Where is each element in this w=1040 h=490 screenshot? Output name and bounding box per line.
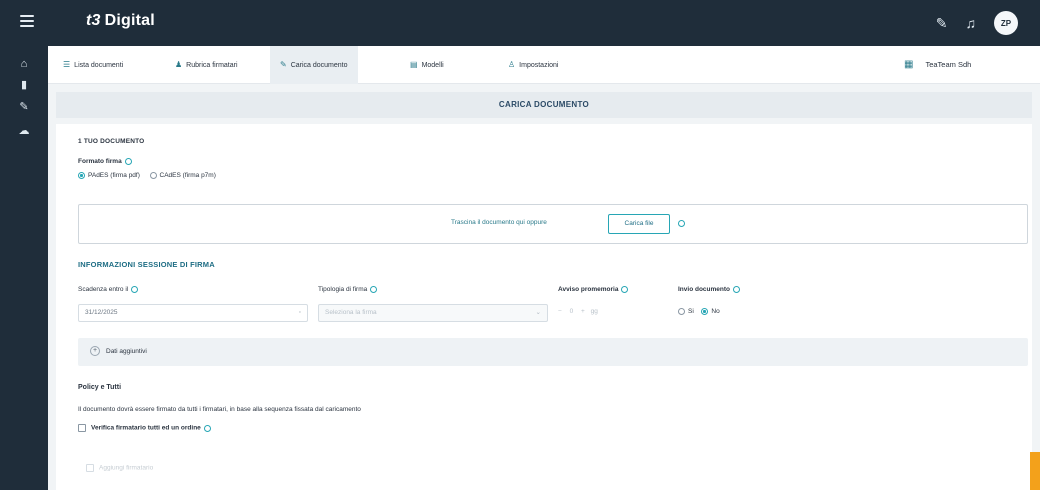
tab-label: Impostazioni bbox=[519, 62, 559, 69]
radio-pades[interactable] bbox=[78, 172, 85, 179]
upload-file-button[interactable]: Carica file bbox=[608, 214, 670, 234]
tab-label: Carica documento bbox=[290, 62, 348, 69]
radio-no-label: No bbox=[711, 308, 720, 316]
scadenza-input[interactable]: 31/12/2025 ▫ bbox=[78, 304, 308, 322]
add-signer-button[interactable]: Aggiungi firmatario bbox=[86, 464, 153, 472]
tab-bar: ☰ Lista documenti ♟ Rubrica firmatari ✎ Car… bbox=[48, 46, 1040, 84]
radio-no[interactable] bbox=[701, 308, 709, 315]
template-icon: ▤ bbox=[410, 60, 418, 69]
top-bar: t3 Digital ✎ ♫ ZP bbox=[0, 0, 1040, 46]
add-signer-icon bbox=[86, 464, 94, 472]
promemoria-value: 0 bbox=[569, 308, 574, 315]
pencil-icon: ✎ bbox=[280, 60, 287, 69]
info-icon[interactable] bbox=[131, 286, 139, 293]
tipologia-placeholder: Seleziona la firma bbox=[325, 309, 377, 316]
format-label: Formato firma bbox=[78, 158, 132, 165]
avatar[interactable]: ZP bbox=[994, 11, 1018, 35]
promemoria-stepper[interactable]: − 0 + gg bbox=[558, 308, 598, 315]
radio-cades-label: CAdES (firma p7m) bbox=[159, 172, 216, 180]
tab-impostazioni[interactable]: ♙ Impostazioni bbox=[508, 46, 558, 84]
tab-modelli[interactable]: ▤ Modelli bbox=[410, 46, 444, 84]
calendar-icon: ▫ bbox=[298, 309, 301, 316]
feedback-tab[interactable] bbox=[1030, 452, 1040, 490]
chevron-down-icon: ⌄ bbox=[535, 309, 541, 316]
menu-icon[interactable] bbox=[20, 15, 34, 27]
info-icon[interactable] bbox=[678, 220, 685, 227]
building-icon: ▦ bbox=[904, 59, 914, 70]
label-scadenza: Scadenza entro il bbox=[78, 286, 139, 294]
label-ordine: Invio documento bbox=[678, 286, 740, 293]
stepper-plus-icon[interactable]: + bbox=[581, 308, 585, 315]
signature-icon[interactable]: ✎ bbox=[0, 100, 48, 113]
label-promemoria-text: Avviso promemoria bbox=[558, 286, 619, 294]
users-icon: ♟ bbox=[175, 60, 183, 69]
tab-label: Rubrica firmatari bbox=[186, 62, 238, 69]
radio-pades-label: PAdES (firma pdf) bbox=[88, 172, 140, 180]
info-icon[interactable] bbox=[621, 286, 629, 293]
tab-lista-documenti[interactable]: ☰ Lista documenti bbox=[63, 46, 123, 84]
info-icon[interactable] bbox=[203, 424, 211, 432]
policy-checkbox-label: Verifica firmatario tutti ed un ordine bbox=[91, 424, 201, 432]
scadenza-value: 31/12/2025 bbox=[85, 309, 118, 316]
page-title: CARICA DOCUMENTO bbox=[56, 92, 1032, 118]
tab-label: TeaTeam Sdh bbox=[925, 60, 972, 69]
logo-mark: t3 bbox=[86, 12, 101, 29]
plus-icon: + bbox=[90, 346, 100, 356]
main-content: CARICA DOCUMENTO 1 TUO DOCUMENTO Formato… bbox=[48, 84, 1040, 490]
section-title-session: INFORMAZIONI SESSIONE DI FIRMA bbox=[78, 260, 215, 269]
list-icon: ☰ bbox=[63, 60, 71, 69]
tab-rubrica-firmatari[interactable]: ♟ Rubrica firmatari bbox=[175, 46, 238, 84]
label-promemoria: Avviso promemoria bbox=[558, 286, 629, 294]
dati-aggiuntivi-accordion[interactable]: + Dati aggiuntivi bbox=[78, 338, 1028, 366]
label-scadenza-text: Scadenza entro il bbox=[78, 286, 129, 294]
promemoria-unit: gg bbox=[590, 308, 598, 315]
dropzone-text: Trascina il documento qui oppure bbox=[451, 219, 547, 226]
accordion-label: Dati aggiuntivi bbox=[106, 348, 147, 355]
add-signer-label: Aggiungi firmatario bbox=[99, 464, 154, 472]
label-tipologia: Tipologia di firma bbox=[318, 286, 378, 294]
ordine-options: Si No bbox=[678, 308, 720, 315]
documents-icon[interactable]: ▮ bbox=[0, 78, 48, 91]
stepper-minus-icon[interactable]: − bbox=[558, 308, 562, 315]
radio-cades[interactable] bbox=[149, 172, 157, 179]
format-options: PAdES (firma pdf) CAdES (firma p7m) bbox=[78, 172, 216, 179]
label-tipologia-text: Tipologia di firma bbox=[318, 286, 368, 294]
logo-text: Digital bbox=[104, 12, 155, 29]
bell-icon[interactable]: ♫ bbox=[966, 11, 977, 35]
upload-form: 1 TUO DOCUMENTO Formato firma PAdES (fir… bbox=[56, 124, 1032, 490]
info-icon[interactable] bbox=[370, 286, 378, 293]
info-icon[interactable] bbox=[124, 158, 132, 165]
tab-label: Lista documenti bbox=[74, 62, 124, 69]
format-label-text: Formato firma bbox=[78, 158, 122, 166]
label-ordine-text: Invio documento bbox=[678, 286, 730, 294]
policy-checkbox[interactable] bbox=[78, 424, 86, 432]
policy-title: Policy e Tutti bbox=[78, 384, 122, 391]
info-icon[interactable] bbox=[733, 286, 740, 293]
settings-icon: ♙ bbox=[508, 60, 516, 69]
radio-si[interactable] bbox=[678, 308, 685, 315]
tab-account[interactable]: ▦ TeaTeam Sdh bbox=[904, 46, 971, 84]
tab-label: Modelli bbox=[421, 62, 444, 69]
radio-si-label: Si bbox=[688, 308, 694, 316]
file-dropzone[interactable]: Trascina il documento qui oppure Carica … bbox=[78, 204, 1028, 244]
policy-checkbox-row[interactable]: Verifica firmatario tutti ed un ordine bbox=[78, 424, 211, 432]
policy-description: Il documento dovrà essere firmato da tut… bbox=[78, 406, 361, 413]
sidebar: ⌂ ▮ ✎ ☁ bbox=[0, 46, 48, 490]
app-logo[interactable]: t3 Digital bbox=[86, 12, 155, 30]
cloud-icon[interactable]: ☁ bbox=[0, 124, 48, 137]
tab-carica-documento[interactable]: ✎ Carica documento bbox=[270, 46, 358, 84]
section-title-document: 1 TUO DOCUMENTO bbox=[78, 138, 145, 145]
top-icons: ✎ ♫ ZP bbox=[936, 11, 1018, 35]
notes-icon[interactable]: ✎ bbox=[936, 11, 948, 35]
home-icon[interactable]: ⌂ bbox=[0, 58, 48, 70]
tipologia-select[interactable]: Seleziona la firma ⌄ bbox=[318, 304, 548, 322]
